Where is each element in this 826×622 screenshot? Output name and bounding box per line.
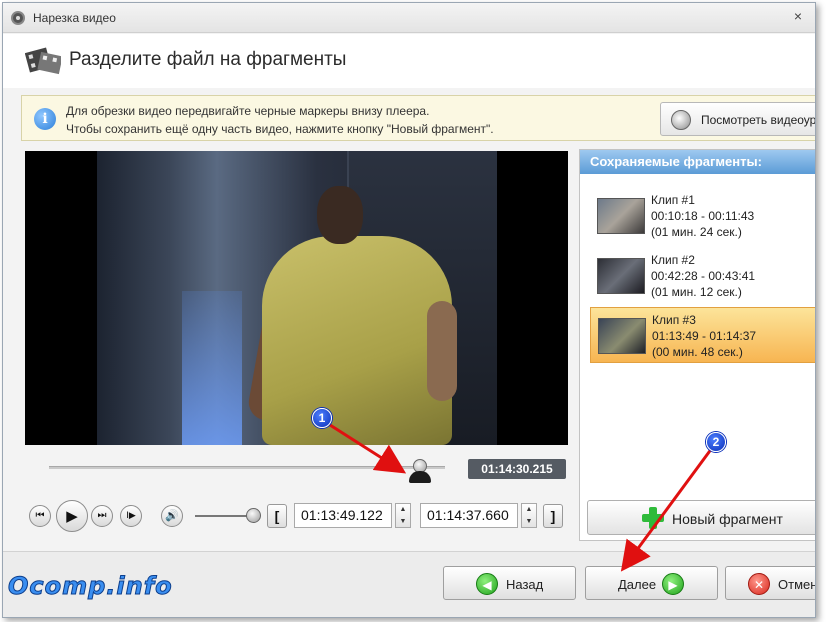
close-button[interactable]: × — [789, 7, 807, 25]
video-preview[interactable] — [25, 151, 568, 445]
page-title: Разделите файл на фрагменты — [69, 49, 347, 70]
webcam-icon — [671, 110, 691, 130]
volume-slider-knob[interactable] — [246, 508, 261, 523]
previous-button[interactable]: ⏮ — [29, 505, 51, 527]
info-text-line1: Для обрезки видео передвигайте черные ма… — [66, 104, 430, 118]
clip-duration: (01 мин. 12 сек.) — [651, 285, 742, 299]
start-time-input[interactable]: 01:13:49.122 — [294, 503, 392, 528]
volume-icon[interactable]: 🔊 — [161, 505, 183, 527]
spin-down-icon[interactable]: ▼ — [522, 516, 536, 528]
watermark-logo: Ocomp.info — [8, 572, 173, 601]
new-fragment-label: Новый фрагмент — [672, 511, 783, 527]
next-step-button[interactable]: Далее ▶ — [585, 566, 718, 600]
app-icon — [11, 11, 25, 25]
volume-slider[interactable] — [195, 515, 253, 517]
title-bar: Нарезка видео × — [3, 3, 815, 33]
spin-down-icon[interactable]: ▼ — [396, 516, 410, 528]
fragments-header: Сохраняемые фрагменты: — [580, 150, 815, 174]
info-text-line2: Чтобы сохранить ещё одну часть видео, на… — [66, 122, 494, 136]
fragments-panel: Сохраняемые фрагменты: Клип #1 00:10:18 … — [579, 149, 815, 541]
clip-item-selected[interactable]: Клип #3 01:13:49 - 01:14:37 (00 мин. 48 … — [590, 307, 815, 363]
clip-thumbnail — [598, 318, 646, 354]
back-button[interactable]: ◀ Назад — [443, 566, 576, 600]
current-time-display: 01:14:30.215 — [468, 459, 566, 479]
next-button[interactable]: ⏭ — [91, 505, 113, 527]
plus-icon — [642, 507, 664, 529]
set-start-button[interactable]: [ — [267, 504, 287, 528]
next-frame-button[interactable]: I▶ — [120, 505, 142, 527]
end-time-input[interactable]: 01:14:37.660 — [420, 503, 518, 528]
clip-range: 00:42:28 - 00:43:41 — [651, 269, 756, 283]
spin-up-icon[interactable]: ▲ — [522, 504, 536, 516]
annotation-marker-1: 1 — [312, 408, 332, 428]
watch-tutorial-button[interactable]: Посмотреть видеоурок — [660, 102, 816, 136]
end-time-spinner[interactable]: ▲ ▼ — [521, 503, 537, 528]
window-title: Нарезка видео — [33, 11, 116, 25]
new-fragment-button[interactable]: Новый фрагмент — [587, 500, 815, 535]
watch-tutorial-label: Посмотреть видеоурок — [701, 113, 816, 127]
cancel-button[interactable]: ✕ Отмена — [725, 566, 815, 600]
film-scissors-icon — [25, 47, 61, 75]
set-end-button[interactable]: ] — [543, 504, 563, 528]
start-time-spinner[interactable]: ▲ ▼ — [395, 503, 411, 528]
page-header: Разделите файл на фрагменты — [3, 34, 815, 88]
clip-duration: (00 мин. 48 сек.) — [652, 345, 743, 359]
back-arrow-icon: ◀ — [476, 573, 498, 595]
spin-up-icon[interactable]: ▲ — [396, 504, 410, 516]
annotation-marker-2: 2 — [706, 432, 726, 452]
next-arrow-icon: ▶ — [662, 573, 684, 595]
video-frame — [97, 151, 497, 445]
clip-thumbnail — [597, 258, 645, 294]
next-label: Далее — [618, 577, 657, 592]
clip-range: 01:13:49 - 01:14:37 — [652, 329, 757, 343]
seek-bar[interactable] — [49, 466, 445, 469]
back-label: Назад — [506, 577, 544, 592]
play-button[interactable]: ▶ — [56, 500, 88, 532]
clip-name: Клип #3 — [652, 313, 696, 327]
clip-duration: (01 мин. 24 сек.) — [651, 225, 742, 239]
clip-thumbnail — [597, 198, 645, 234]
clip-item[interactable]: Клип #1 00:10:18 - 00:11:43 (01 мин. 24 … — [590, 188, 815, 244]
position-marker-handle[interactable] — [409, 459, 431, 485]
clip-name: Клип #2 — [651, 253, 695, 267]
cancel-label: Отмена — [778, 577, 815, 592]
cut-video-window: Нарезка видео × Разделите файл на фрагме… — [2, 2, 816, 618]
info-icon: i — [34, 108, 56, 130]
info-bar: i Для обрезки видео передвигайте черные … — [21, 95, 816, 141]
clip-range: 00:10:18 - 00:11:43 — [651, 209, 755, 223]
clip-item[interactable]: Клип #2 00:42:28 - 00:43:41 (01 мин. 12 … — [590, 248, 815, 304]
cancel-icon: ✕ — [748, 573, 770, 595]
clip-name: Клип #1 — [651, 193, 695, 207]
